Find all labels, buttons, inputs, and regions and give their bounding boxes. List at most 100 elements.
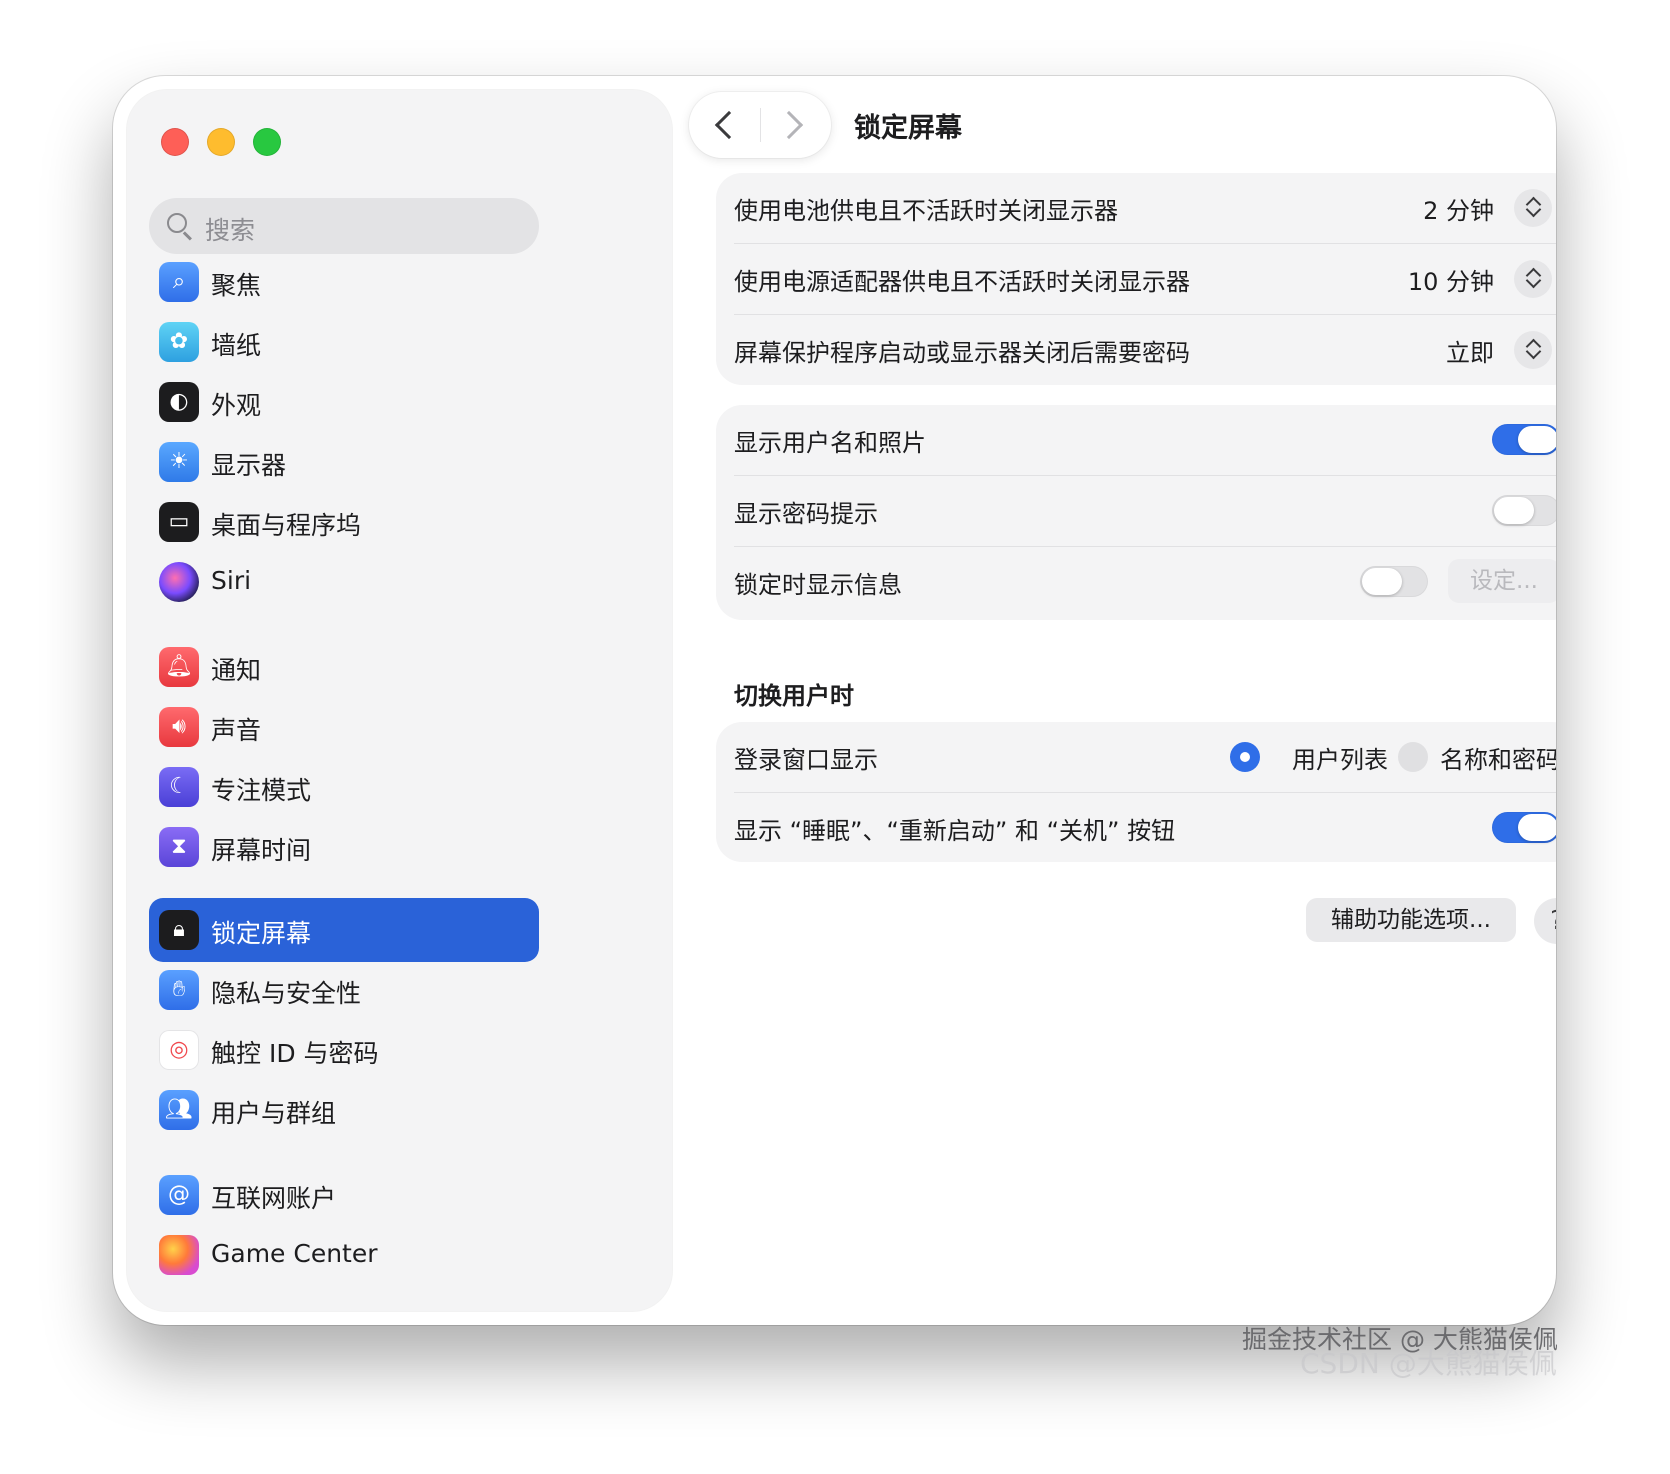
lock-message-toggle[interactable]: [1360, 566, 1428, 597]
minimize-window-button[interactable]: [207, 128, 235, 156]
wallpaper-icon: ✿: [159, 322, 199, 362]
internet-accounts-icon: @: [159, 1175, 199, 1215]
sidebar-item-spotlight[interactable]: ⌕ 聚焦: [149, 250, 539, 314]
row-label: 使用电源适配器供电且不活跃时关闭显示器: [734, 268, 1190, 296]
row-label: 屏幕保护程序启动或显示器关闭后需要密码: [734, 339, 1190, 367]
sidebar-item-label: Siri: [211, 566, 252, 595]
sidebar-item-label: 用户与群组: [211, 1099, 337, 1128]
sidebar-item-label: 专注模式: [211, 776, 312, 805]
row-label: 锁定时显示信息: [734, 571, 902, 599]
sidebar: 搜索 ⌕ 聚焦 ✿ 墙纸 ◐ 外观 ☀ 显示器 ▭ 桌面与程序坞 Siri 🔔︎…: [127, 90, 672, 1311]
accessibility-options-button[interactable]: 辅助功能选项...: [1306, 898, 1516, 942]
popup-updown-icon[interactable]: [1514, 331, 1552, 369]
history-nav: [689, 92, 831, 158]
search-placeholder: 搜索: [205, 216, 256, 245]
sidebar-item-label: 隐私与安全性: [211, 979, 362, 1008]
sidebar-item-label: 桌面与程序坞: [211, 511, 362, 540]
game-center-icon: [159, 1235, 199, 1275]
show-user-toggle[interactable]: [1492, 424, 1556, 455]
sidebar-item-wallpaper[interactable]: ✿ 墙纸: [149, 310, 539, 374]
require-password-row[interactable]: 屏幕保护程序启动或显示器关闭后需要密码 立即: [734, 315, 1556, 385]
row-label: 使用电池供电且不活跃时关闭显示器: [734, 197, 1118, 225]
sidebar-item-displays[interactable]: ☀ 显示器: [149, 430, 539, 494]
sidebar-item-appearance[interactable]: ◐ 外观: [149, 370, 539, 434]
toggle-knob: [1494, 497, 1534, 524]
sidebar-item-label: 声音: [211, 716, 262, 745]
sidebar-item-game-center[interactable]: Game Center: [149, 1223, 539, 1287]
set-message-button[interactable]: 设定...: [1448, 559, 1556, 603]
lock-message-row: 锁定时显示信息 设定...: [734, 547, 1556, 617]
popup-updown-icon[interactable]: [1514, 189, 1552, 227]
sidebar-item-focus[interactable]: ☾ 专注模式: [149, 755, 539, 819]
sidebar-item-label: 锁定屏幕: [211, 919, 312, 948]
power-buttons-toggle[interactable]: [1492, 812, 1556, 843]
adapter-display-off-row[interactable]: 使用电源适配器供电且不活跃时关闭显示器 10 分钟: [734, 244, 1556, 314]
close-window-button[interactable]: [161, 128, 189, 156]
section-heading: 切换用户时: [734, 682, 854, 710]
page-title: 锁定屏幕: [854, 113, 962, 144]
screen-time-icon: ⧗: [159, 827, 199, 867]
radio-name-password[interactable]: [1398, 742, 1428, 772]
users-groups-icon: 👥︎: [159, 1090, 199, 1130]
displays-icon: ☀: [159, 442, 199, 482]
help-button[interactable]: ?: [1534, 898, 1556, 944]
row-label: 显示密码提示: [734, 500, 878, 528]
popup-value[interactable]: 10 分钟: [1408, 262, 1494, 297]
settings-window: 搜索 ⌕ 聚焦 ✿ 墙纸 ◐ 外观 ☀ 显示器 ▭ 桌面与程序坞 Siri 🔔︎…: [113, 76, 1556, 1325]
radio-user-list[interactable]: [1230, 742, 1260, 772]
row-label: 显示 “睡眠”、“重新启动” 和 “关机” 按钮: [734, 817, 1176, 845]
show-user-row: 显示用户名和照片: [734, 405, 1556, 475]
sidebar-item-label: 外观: [211, 391, 262, 420]
sidebar-item-screen-time[interactable]: ⧗ 屏幕时间: [149, 815, 539, 879]
sidebar-item-label: 触控 ID 与密码: [211, 1039, 379, 1068]
sidebar-item-lock-screen[interactable]: 🔒︎ 锁定屏幕: [149, 898, 539, 962]
touch-id-icon: ◎: [159, 1030, 199, 1070]
toggle-knob: [1518, 814, 1556, 841]
sidebar-item-touch-id[interactable]: ◎ 触控 ID 与密码: [149, 1018, 539, 1082]
forward-chevron-icon[interactable]: [774, 110, 804, 140]
appearance-icon: ◐: [159, 382, 199, 422]
notifications-icon: 🔔︎: [159, 647, 199, 687]
lock-screen-icon: 🔒︎: [159, 910, 199, 950]
sidebar-item-desktop-dock[interactable]: ▭ 桌面与程序坞: [149, 490, 539, 554]
nav-separator: [760, 108, 761, 142]
sidebar-item-users[interactable]: 👥︎ 用户与群组: [149, 1078, 539, 1142]
row-label: 显示用户名和照片: [734, 429, 926, 457]
power-buttons-row: 显示 “睡眠”、“重新启动” 和 “关机” 按钮: [734, 793, 1556, 863]
toggle-knob: [1362, 568, 1402, 595]
sidebar-item-label: 墙纸: [211, 331, 262, 360]
login-window-row: 登录窗口显示 用户列表 名称和密码: [734, 722, 1556, 792]
popup-value[interactable]: 2 分钟: [1423, 191, 1494, 226]
sidebar-item-label: 显示器: [211, 451, 287, 480]
popup-updown-icon[interactable]: [1514, 260, 1552, 298]
sound-icon: 🔊︎: [159, 707, 199, 747]
back-chevron-icon[interactable]: [714, 110, 744, 140]
sidebar-item-label: Game Center: [211, 1239, 378, 1268]
sidebar-item-label: 聚焦: [211, 271, 262, 300]
lock-info-group: 显示用户名和照片 显示密码提示 锁定时显示信息 设定...: [716, 405, 1556, 620]
desktop-dock-icon: ▭: [159, 502, 199, 542]
search-icon: [167, 213, 187, 233]
sidebar-item-label: 通知: [211, 656, 262, 685]
siri-icon: [159, 562, 199, 602]
sidebar-item-internet-accounts[interactable]: @ 互联网账户: [149, 1163, 539, 1227]
popup-value[interactable]: 立即: [1446, 333, 1494, 368]
watermark-juejin: 掘金技术社区 @ 大熊猫侯佩: [1242, 1325, 1558, 1354]
privacy-hand-icon: ✋︎: [159, 970, 199, 1010]
sidebar-item-label: 互联网账户: [211, 1184, 337, 1213]
focus-icon: ☾: [159, 767, 199, 807]
radio-label-name-password[interactable]: 名称和密码: [1440, 740, 1556, 775]
sidebar-item-privacy[interactable]: ✋︎ 隐私与安全性: [149, 958, 539, 1022]
sidebar-item-notifications[interactable]: 🔔︎ 通知: [149, 635, 539, 699]
zoom-window-button[interactable]: [253, 128, 281, 156]
display-timeout-group: 使用电池供电且不活跃时关闭显示器 2 分钟 使用电源适配器供电且不活跃时关闭显示…: [716, 173, 1556, 385]
sidebar-item-sound[interactable]: 🔊︎ 声音: [149, 695, 539, 759]
password-hint-row: 显示密码提示: [734, 476, 1556, 546]
sidebar-item-siri[interactable]: Siri: [149, 550, 539, 614]
spotlight-icon: ⌕: [159, 262, 199, 302]
password-hint-toggle[interactable]: [1492, 495, 1556, 526]
search-field[interactable]: 搜索: [149, 198, 539, 254]
switch-users-group: 登录窗口显示 用户列表 名称和密码 显示 “睡眠”、“重新启动” 和 “关机” …: [716, 722, 1556, 862]
battery-display-off-row[interactable]: 使用电池供电且不活跃时关闭显示器 2 分钟: [734, 173, 1556, 243]
radio-label-user-list[interactable]: 用户列表: [1292, 740, 1388, 775]
